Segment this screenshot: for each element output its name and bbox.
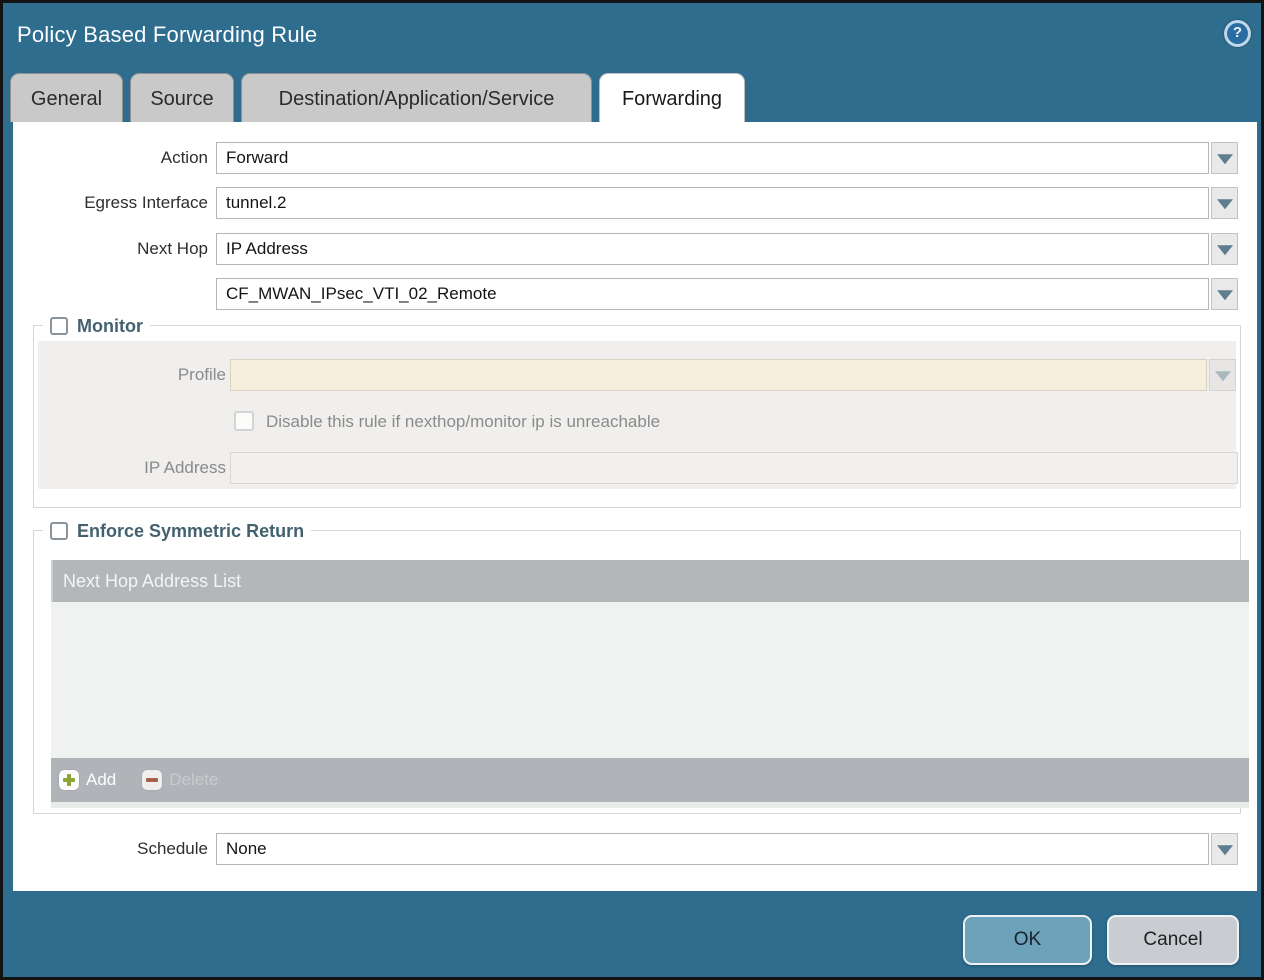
plus-icon (59, 770, 79, 790)
table-bottom-strip (51, 802, 1249, 808)
policy-based-forwarding-dialog: Policy Based Forwarding Rule ? General S… (0, 0, 1264, 980)
delete-button-label: Delete (169, 770, 218, 790)
add-button-label: Add (86, 770, 116, 790)
chevron-down-icon (1217, 290, 1233, 300)
enforce-symmetric-return-section: Enforce Symmetric Return Next Hop Addres… (33, 530, 1241, 814)
schedule-label: Schedule (13, 833, 208, 865)
schedule-dropdown-button[interactable] (1211, 833, 1238, 865)
cancel-button[interactable]: Cancel (1107, 915, 1239, 965)
monitor-ip-address-input (230, 452, 1238, 484)
action-label: Action (13, 142, 208, 174)
egress-interface-dropdown-button[interactable] (1211, 187, 1238, 219)
tab-general[interactable]: General (10, 73, 123, 122)
profile-select (230, 359, 1207, 391)
dialog-title: Policy Based Forwarding Rule (17, 22, 317, 48)
chevron-down-icon (1215, 371, 1231, 381)
chevron-down-icon (1217, 845, 1233, 855)
enforce-symmetric-return-title: Enforce Symmetric Return (77, 521, 304, 542)
help-icon-glyph: ? (1224, 20, 1251, 47)
next-hop-address-table: Next Hop Address List Add Delete (51, 560, 1249, 808)
forwarding-tab-content: Action Forward Egress Interface tunnel.2… (13, 122, 1257, 891)
disable-rule-checkbox (234, 411, 254, 431)
next-hop-address-select[interactable]: CF_MWAN_IPsec_VTI_02_Remote (216, 278, 1209, 310)
monitor-legend: Monitor (43, 313, 150, 339)
next-hop-dropdown-button[interactable] (1211, 233, 1238, 265)
tab-source[interactable]: Source (130, 73, 234, 122)
next-hop-address-list-body (51, 602, 1249, 758)
monitor-ip-address-label: IP Address (38, 452, 226, 484)
tab-forwarding[interactable]: Forwarding (599, 73, 745, 122)
tab-destination-application-service[interactable]: Destination/Application/Service (241, 73, 592, 122)
next-hop-type-select[interactable]: IP Address (216, 233, 1209, 265)
help-icon[interactable]: ? (1224, 20, 1251, 47)
next-hop-address-list-header: Next Hop Address List (51, 560, 1249, 602)
action-dropdown-button[interactable] (1211, 142, 1238, 174)
disable-rule-label: Disable this rule if nexthop/monitor ip … (266, 410, 660, 434)
monitor-checkbox[interactable] (50, 317, 68, 335)
add-button[interactable]: Add (59, 770, 116, 790)
profile-dropdown-button (1209, 359, 1236, 391)
ok-button[interactable]: OK (963, 915, 1092, 965)
enforce-symmetric-return-legend: Enforce Symmetric Return (43, 518, 311, 544)
monitor-section-title: Monitor (77, 316, 143, 337)
next-hop-address-list-toolbar: Add Delete (51, 758, 1249, 802)
delete-button: Delete (142, 770, 218, 790)
chevron-down-icon (1217, 154, 1233, 164)
chevron-down-icon (1217, 199, 1233, 209)
next-hop-label: Next Hop (13, 233, 208, 265)
tab-bar: General Source Destination/Application/S… (10, 73, 745, 122)
chevron-down-icon (1217, 245, 1233, 255)
enforce-symmetric-return-checkbox[interactable] (50, 522, 68, 540)
monitor-disabled-panel: Profile Disable this rule if nexthop/mon… (38, 341, 1236, 489)
schedule-select[interactable]: None (216, 833, 1209, 865)
monitor-section: Monitor Profile Disable this rule if nex… (33, 325, 1241, 508)
profile-label: Profile (38, 359, 226, 391)
next-hop-address-dropdown-button[interactable] (1211, 278, 1238, 310)
egress-interface-select[interactable]: tunnel.2 (216, 187, 1209, 219)
minus-icon (142, 770, 162, 790)
egress-interface-label: Egress Interface (13, 187, 208, 219)
action-select[interactable]: Forward (216, 142, 1209, 174)
